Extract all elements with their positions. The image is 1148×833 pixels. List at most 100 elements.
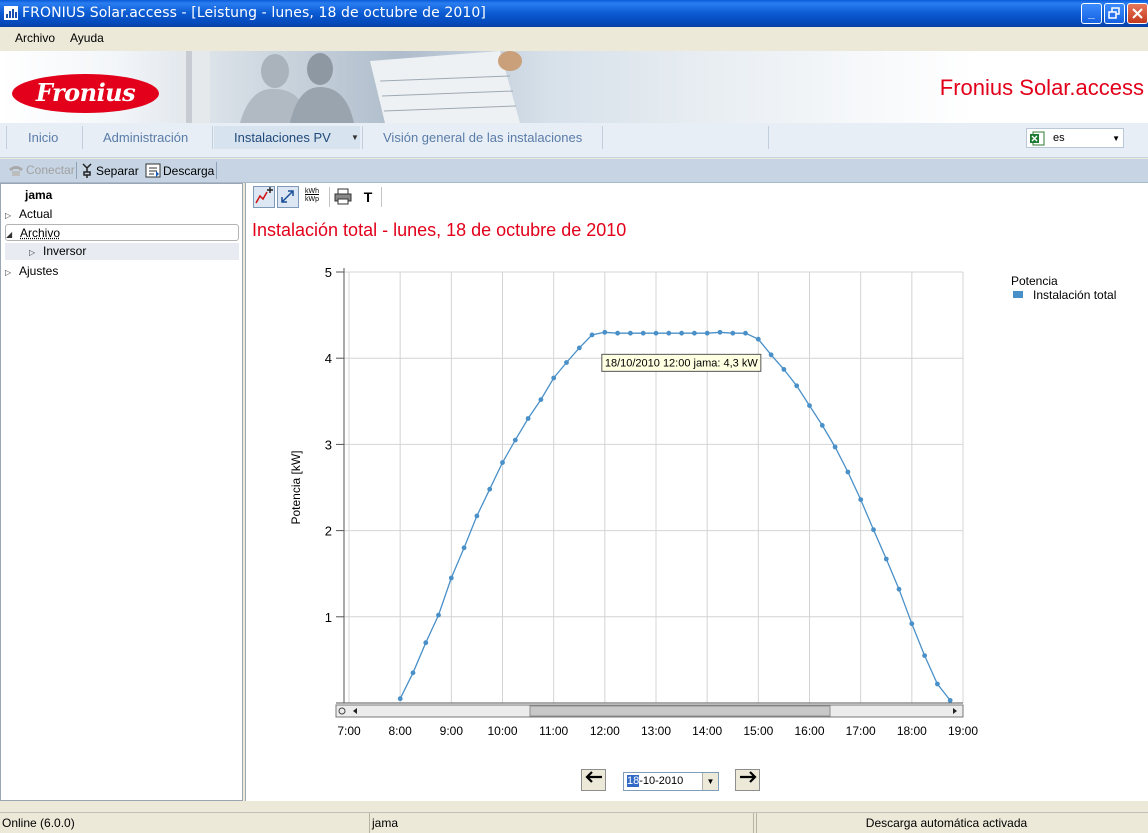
data-point bbox=[794, 383, 800, 389]
data-point bbox=[551, 375, 557, 381]
window-title: FRONIUS Solar.access - [Leistung - lunes… bbox=[22, 5, 486, 21]
expand-arrow-icon[interactable]: ▷ bbox=[5, 207, 19, 224]
data-point bbox=[909, 621, 915, 627]
chart-tooltip: 18/10/2010 12:00 jama: 4,3 kW bbox=[601, 353, 762, 372]
x-tick-label: 16:00 bbox=[794, 724, 824, 738]
data-point bbox=[615, 330, 620, 336]
data-point bbox=[704, 330, 710, 336]
tab-inicio[interactable]: Inicio bbox=[28, 126, 58, 149]
data-point bbox=[666, 330, 672, 336]
status-message: Descarga automática activada bbox=[756, 813, 1136, 833]
chart-scrollbar[interactable] bbox=[335, 704, 964, 718]
x-tick-label: 9:00 bbox=[440, 724, 464, 738]
date-picker[interactable]: 18-10-2010 ▼ bbox=[623, 772, 719, 791]
phone-icon bbox=[9, 166, 23, 176]
tree-item-inversor[interactable]: ▷ Inversor bbox=[5, 243, 239, 260]
connect-button[interactable]: Conectar bbox=[8, 163, 75, 177]
nav-bar: Inicio Administración Instalaciones PV ▼ … bbox=[0, 123, 1148, 158]
data-point bbox=[589, 332, 595, 338]
chart-panel: kWh kWp T Instalación total - lunes, 18 … bbox=[245, 183, 1148, 801]
chart-series bbox=[397, 329, 953, 703]
data-point bbox=[768, 352, 774, 358]
arrow-left-icon bbox=[584, 771, 602, 783]
next-day-button[interactable] bbox=[735, 769, 760, 791]
banner-photo bbox=[180, 51, 522, 123]
data-point bbox=[576, 345, 582, 351]
tree-item-label: Actual bbox=[19, 207, 53, 221]
data-point bbox=[935, 681, 940, 687]
data-point bbox=[602, 329, 608, 335]
close-button[interactable] bbox=[1127, 3, 1148, 24]
nav-separator bbox=[82, 126, 83, 149]
data-point bbox=[461, 545, 467, 551]
nav-separator bbox=[6, 126, 7, 149]
connection-toolbar: Conectar Separar Descarga bbox=[0, 159, 1148, 183]
x-tick-label: 12:00 bbox=[590, 724, 620, 738]
status-online: Online (6.0.0) bbox=[2, 813, 370, 833]
y-tick-label: 1 bbox=[325, 610, 332, 625]
data-point bbox=[781, 367, 787, 372]
restore-button[interactable] bbox=[1104, 3, 1125, 24]
series-line-instalacion-total bbox=[399, 331, 951, 701]
y-tick-label: 5 bbox=[325, 265, 332, 280]
data-point bbox=[819, 423, 825, 428]
navigation-tree: jama ▷ Actual ◢ Archivo ▷ Inversor ▷ Ajustes bbox=[0, 183, 243, 801]
chevron-down-icon[interactable]: ▼ bbox=[702, 773, 718, 790]
data-point bbox=[410, 670, 416, 676]
download-icon bbox=[145, 163, 161, 178]
toolbar-separator bbox=[76, 162, 77, 179]
data-point bbox=[755, 336, 761, 342]
previous-day-button[interactable] bbox=[581, 769, 606, 791]
expand-arrow-icon[interactable]: ▷ bbox=[29, 244, 43, 261]
x-tick-label: 7:00 bbox=[337, 724, 361, 738]
menu-archivo[interactable]: Archivo bbox=[15, 31, 55, 45]
tab-administracion[interactable]: Administración bbox=[103, 126, 188, 149]
x-tick-label: 19:00 bbox=[948, 724, 978, 738]
tree-item-archivo[interactable]: ◢ Archivo bbox=[5, 224, 239, 241]
date-day-selected: 18 bbox=[627, 775, 640, 787]
collapse-arrow-icon[interactable]: ◢ bbox=[6, 226, 20, 243]
tab-vision-general[interactable]: Visión general de las instalaciones bbox=[383, 126, 582, 149]
data-point bbox=[397, 696, 403, 702]
download-button[interactable]: Descarga bbox=[145, 163, 214, 178]
download-label: Descarga bbox=[163, 164, 215, 178]
y-axis-label: Potencia [kW] bbox=[289, 450, 303, 524]
toolbar-separator bbox=[216, 162, 217, 179]
expand-arrow-icon[interactable]: ▷ bbox=[5, 264, 19, 281]
data-point bbox=[743, 330, 748, 336]
close-icon bbox=[1132, 8, 1143, 19]
data-point bbox=[628, 330, 633, 336]
power-chart: 7:00 8:00 9:00 10:00 11:00 12:00 13:00 14:00 15:… bbox=[289, 265, 1116, 738]
tab-instalaciones-pv[interactable]: Instalaciones PV ▼ bbox=[214, 126, 360, 149]
menu-ayuda[interactable]: Ayuda bbox=[70, 31, 104, 45]
status-user: jama bbox=[372, 813, 754, 833]
legend-title: Potencia bbox=[1011, 274, 1058, 288]
y-tick-label: 2 bbox=[325, 524, 332, 539]
tree-root-jama[interactable]: jama bbox=[25, 187, 52, 204]
disconnect-button[interactable]: Separar bbox=[80, 163, 139, 178]
language-value: es bbox=[1053, 132, 1065, 144]
data-point bbox=[500, 460, 505, 465]
chart-legend: Potencia Instalación total bbox=[1011, 274, 1116, 302]
data-point bbox=[436, 612, 441, 618]
data-point bbox=[692, 330, 697, 336]
x-tick-label: 11:00 bbox=[539, 724, 568, 738]
tree-item-ajustes[interactable]: ▷ Ajustes bbox=[5, 263, 58, 280]
tab-instalaciones-pv-label: Instalaciones PV bbox=[234, 130, 331, 145]
chevron-down-icon: ▼ bbox=[1112, 134, 1120, 143]
chart-axes: 7:00 8:00 9:00 10:00 11:00 12:00 13:00 14:00 15:… bbox=[325, 265, 979, 738]
data-point bbox=[832, 444, 838, 450]
data-point bbox=[487, 486, 493, 492]
x-tick-label: 14:00 bbox=[692, 724, 722, 738]
minimize-button[interactable]: _ bbox=[1081, 3, 1102, 24]
x-tick-label: 13:00 bbox=[641, 724, 671, 738]
tree-item-actual[interactable]: ▷ Actual bbox=[5, 206, 52, 223]
language-select[interactable]: es ▼ bbox=[1026, 128, 1124, 148]
data-point bbox=[679, 330, 684, 336]
data-point bbox=[512, 437, 518, 443]
data-point bbox=[423, 640, 429, 646]
tree-item-label: Inversor bbox=[43, 244, 87, 258]
scrollbar-thumb bbox=[529, 705, 831, 717]
arrow-right-icon bbox=[739, 771, 757, 783]
data-point bbox=[845, 469, 851, 475]
